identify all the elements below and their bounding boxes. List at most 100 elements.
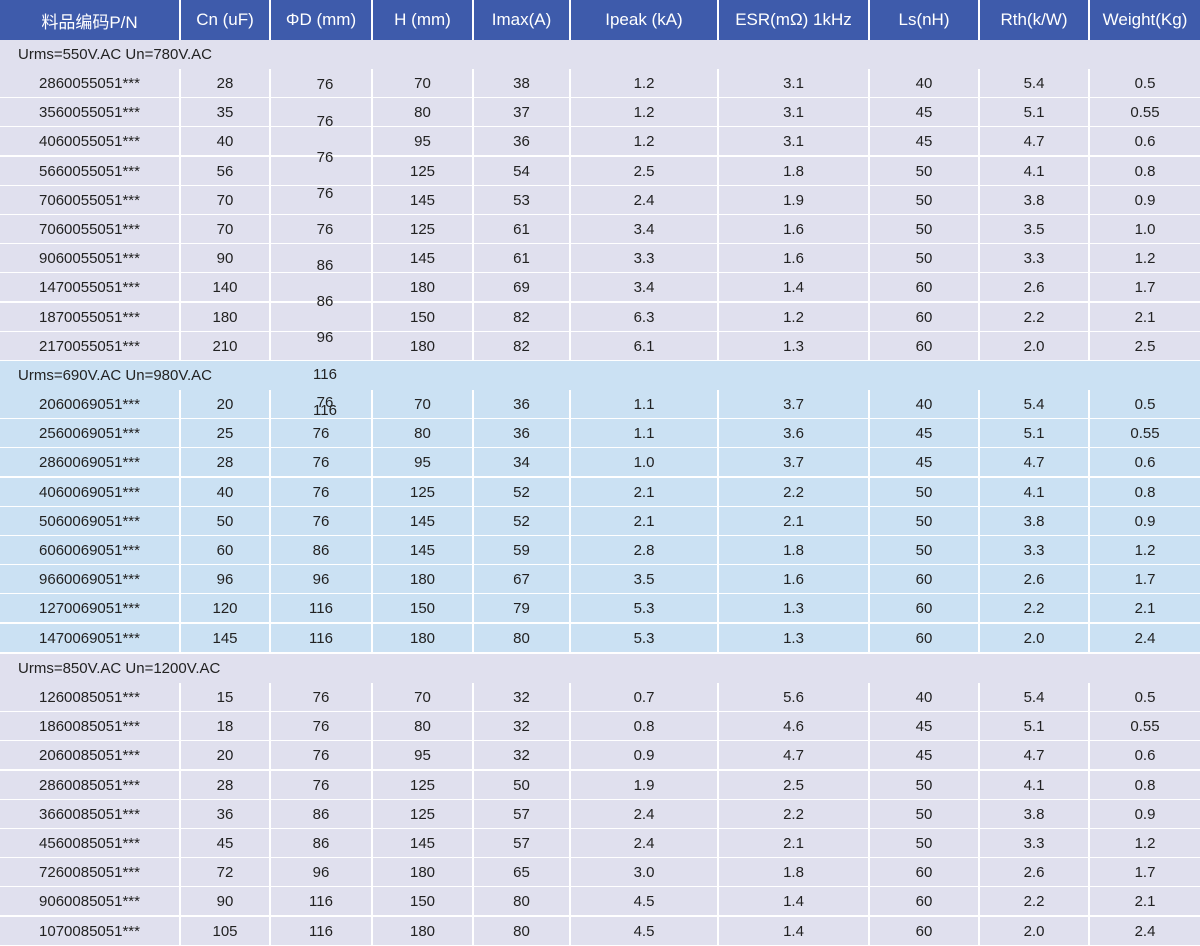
cell-esr: 2.1 (719, 829, 870, 858)
cell-imax: 57 (474, 799, 571, 829)
cell-diameter: 96 (271, 565, 373, 595)
cell-capacitance: 20 (181, 390, 271, 419)
cell-esr: 1.4 (719, 887, 870, 917)
cell-inductance: 60 (870, 331, 980, 361)
table-row: 1860085051*** 18 76 80 32 0.8 4.6 45 5.1 0.55 (0, 712, 1200, 742)
cell-weight: 1.7 (1134, 279, 1156, 297)
cell-weight: 1.2 (1134, 542, 1156, 559)
cell-height: 125 (373, 799, 474, 829)
cell-capacitance: 120 (181, 594, 271, 624)
cell-inductance: 50 (870, 536, 980, 565)
cell-part-number: 4060069051*** (0, 477, 181, 507)
cell-diameter: 76 (271, 712, 373, 742)
cell-ipeak: 1.1 (571, 419, 719, 449)
cell-capacitance: 96 (181, 565, 271, 595)
cell-capacitance: 28 (181, 69, 271, 98)
cell-esr: 3.6 (719, 419, 870, 449)
table-row: 2860055051*** 28 70 38 1.2 3.1 40 5.4 0.5 (0, 69, 1200, 98)
cell-inductance: 50 (870, 244, 980, 274)
table-row: 4560085051*** 45 86 145 57 2.4 2.1 50 3.3 1.2 (0, 829, 1200, 858)
column-header-ipeak: Ipeak (kA) (571, 0, 719, 40)
cell-diameter: 116 (271, 887, 373, 917)
cell-inductance: 45 (870, 98, 980, 128)
table-row: 9060055051*** 90 145 61 3.3 1.6 50 3.3 1.2 (0, 244, 1200, 274)
cell-esr: 2.2 (719, 477, 870, 507)
cell-esr: 2.5 (719, 770, 870, 800)
cell-thermal-resistance: 2.6 (980, 858, 1090, 888)
cell-imax: 32 (474, 683, 571, 712)
cell-ipeak: 2.4 (571, 185, 719, 215)
cell-weight: 2.1 (1134, 308, 1156, 326)
cell-weight: 2.4 (1134, 922, 1156, 940)
cell-esr: 1.2 (719, 302, 870, 332)
cell-capacitance: 20 (181, 741, 271, 771)
cell-thermal-resistance: 4.7 (980, 127, 1090, 157)
cell-part-number: 5660055051*** (0, 156, 181, 186)
cell-thermal-resistance: 2.2 (980, 594, 1090, 624)
cell-diameter: 116 (271, 916, 373, 946)
cell-part-number: 1860085051*** (0, 712, 181, 742)
cell-weight: 1.7 (1134, 864, 1156, 882)
diameter-label: 76 (316, 185, 334, 202)
cell-inductance: 60 (870, 623, 980, 653)
cell-esr: 4.6 (719, 712, 870, 742)
capacitor-spec-table: 料品编码P/N Cn (uF) ΦD (mm) H (mm) Imax(A) Ipeak … (0, 0, 1200, 946)
cell-esr: 1.9 (719, 185, 870, 215)
cell-imax: 80 (474, 887, 571, 917)
diameter-label: 96 (316, 329, 334, 346)
cell-ipeak: 3.5 (571, 565, 719, 595)
column-header-inductance: Ls(nH) (870, 0, 980, 40)
cell-part-number: 2170055051*** (0, 331, 181, 361)
table-row: 2060069051*** 20 70 36 1.1 3.7 40 5.4 0.5 (0, 390, 1200, 419)
column-header-diameter: ΦD (mm) (271, 0, 373, 40)
cell-diameter: 76 (271, 770, 373, 800)
cell-capacitance: 56 (181, 156, 271, 186)
diameter-label: 86 (316, 293, 334, 310)
cell-capacitance: 28 (181, 770, 271, 800)
cell-weight: 0.8 (1134, 162, 1156, 180)
cell-imax: 52 (474, 506, 571, 536)
cell-imax: 36 (474, 390, 571, 419)
cell-imax: 61 (474, 244, 571, 274)
cell-diameter: 86 (271, 829, 373, 858)
table-row: 2170055051*** 210 180 82 6.1 1.3 60 2.0 2.5 (0, 331, 1200, 361)
cell-capacitance: 145 (181, 623, 271, 653)
cell-diameter: 86 (271, 799, 373, 829)
table-row: 1070085051*** 105 116 180 80 4.5 1.4 60 2.0 2.4 (0, 916, 1200, 946)
cell-inductance: 45 (870, 741, 980, 771)
cell-ipeak: 1.9 (571, 770, 719, 800)
cell-height: 95 (373, 741, 474, 771)
cell-ipeak: 0.9 (571, 741, 719, 771)
cell-esr: 5.6 (719, 683, 870, 712)
cell-capacitance: 90 (181, 887, 271, 917)
cell-height: 145 (373, 185, 474, 215)
table-row: 1270069051*** 120 116 150 79 5.3 1.3 60 2.2 2.1 (0, 594, 1200, 624)
cell-ipeak: 1.0 (571, 448, 719, 478)
cell-capacitance: 70 (181, 215, 271, 244)
cell-esr: 3.1 (719, 69, 870, 98)
cell-height: 80 (373, 419, 474, 449)
table-row: 2860069051*** 28 76 95 34 1.0 3.7 45 4.7 0.6 (0, 448, 1200, 478)
cell-weight: 0.55 (1130, 104, 1160, 122)
cell-imax: 50 (474, 770, 571, 800)
cell-thermal-resistance: 2.0 (980, 331, 1090, 361)
cell-diameter: 86 (271, 536, 373, 565)
cell-weight: 0.5 (1134, 689, 1156, 706)
cell-thermal-resistance: 5.1 (980, 98, 1090, 128)
cell-height: 180 (373, 623, 474, 653)
cell-part-number: 5060069051*** (0, 506, 181, 536)
cell-part-number: 1870055051*** (0, 302, 181, 332)
cell-esr: 1.6 (719, 215, 870, 244)
diameter-label: 116 (313, 366, 337, 383)
cell-esr: 2.1 (719, 506, 870, 536)
cell-thermal-resistance: 3.3 (980, 536, 1090, 565)
cell-thermal-resistance: 5.4 (980, 69, 1090, 98)
table-row: 3660085051*** 36 86 125 57 2.4 2.2 50 3.8 0.9 (0, 799, 1200, 829)
cell-imax: 67 (474, 565, 571, 595)
column-header-thermal-resistance: Rth(k/W) (980, 0, 1090, 40)
cell-ipeak: 2.4 (571, 829, 719, 858)
table-row: 6060069051*** 60 86 145 59 2.8 1.8 50 3.3 1.2 (0, 536, 1200, 565)
cell-weight: 0.6 (1134, 133, 1156, 151)
column-header-weight: Weight(Kg) (1102, 10, 1188, 29)
cell-diameter: 76 (271, 741, 373, 771)
